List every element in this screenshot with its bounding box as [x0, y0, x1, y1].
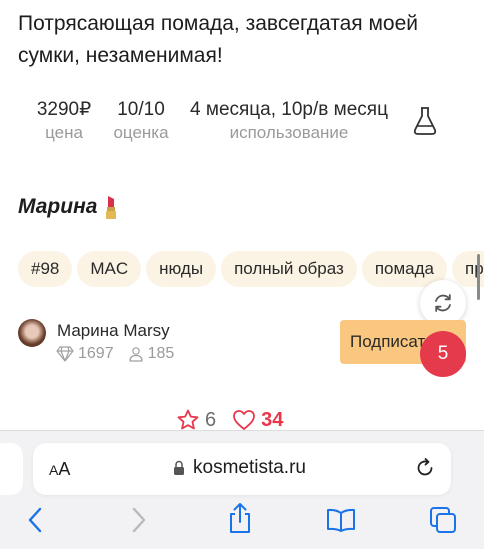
address-bar[interactable]: AA kosmetista.ru [33, 443, 451, 495]
diamond-count: 1697 [78, 345, 114, 362]
tag-chip[interactable]: #98 [18, 251, 73, 287]
back-button[interactable] [20, 505, 50, 535]
scroll-thumb[interactable] [477, 254, 480, 300]
chevron-left-icon [28, 507, 42, 533]
tabs-icon [430, 507, 456, 533]
price-stat: 3290₽ цена [28, 98, 100, 144]
chevron-right-icon [132, 507, 146, 533]
tag-chip[interactable]: полный образ [221, 251, 357, 287]
flask-icon [413, 107, 437, 135]
previous-tab-pill[interactable] [0, 443, 23, 495]
reactions: 6 34 [176, 408, 283, 432]
bookmarks-button[interactable] [326, 505, 356, 535]
share-button[interactable] [225, 503, 255, 533]
price-label: цена [45, 123, 83, 142]
likes-count: 34 [261, 408, 284, 431]
diamond-icon [56, 346, 74, 362]
author-name: Марина [18, 195, 98, 218]
lipstick-icon [106, 196, 117, 219]
rating-value: 10/10 [117, 99, 165, 120]
reader-settings-button[interactable]: AA [49, 459, 70, 480]
user-stats: 1697 185 [56, 345, 174, 363]
followers-count: 185 [147, 345, 175, 362]
star-icon[interactable] [176, 408, 200, 432]
url-display[interactable]: kosmetista.ru [173, 457, 306, 479]
url-text: kosmetista.ru [193, 457, 306, 478]
rating-label: оценка [113, 123, 169, 142]
tag-chip[interactable]: MAC [77, 251, 142, 287]
avatar[interactable] [18, 319, 46, 347]
price-value: 3290₽ [36, 99, 92, 120]
reload-icon[interactable] [414, 457, 436, 479]
forward-button[interactable] [124, 505, 154, 535]
tabs-button[interactable] [428, 505, 458, 535]
refresh-icon [435, 294, 451, 312]
followers-icon [128, 347, 143, 362]
tag-list: #98MACнюдыполный образпомадапроф [18, 251, 484, 287]
author-title: Марина [18, 194, 119, 220]
book-icon [327, 508, 355, 532]
stars-count: 6 [205, 408, 217, 431]
lock-icon [174, 460, 184, 475]
usage-label: использование [229, 123, 349, 142]
usage-value: 4 месяца, 10р/в месяц [190, 99, 388, 120]
notification-badge[interactable]: 5 [420, 331, 466, 377]
share-icon [230, 503, 250, 533]
usage-stat: 4 месяца, 10р/в месяц использование [186, 98, 392, 144]
user-name[interactable]: Марина Marsy [57, 321, 170, 341]
rating-stat: 10/10 оценка [108, 98, 174, 144]
heart-icon[interactable] [232, 409, 256, 431]
tag-chip[interactable]: нюды [146, 251, 217, 287]
review-text: Потрясающая помада, завсегдатая моей сум… [18, 12, 418, 67]
